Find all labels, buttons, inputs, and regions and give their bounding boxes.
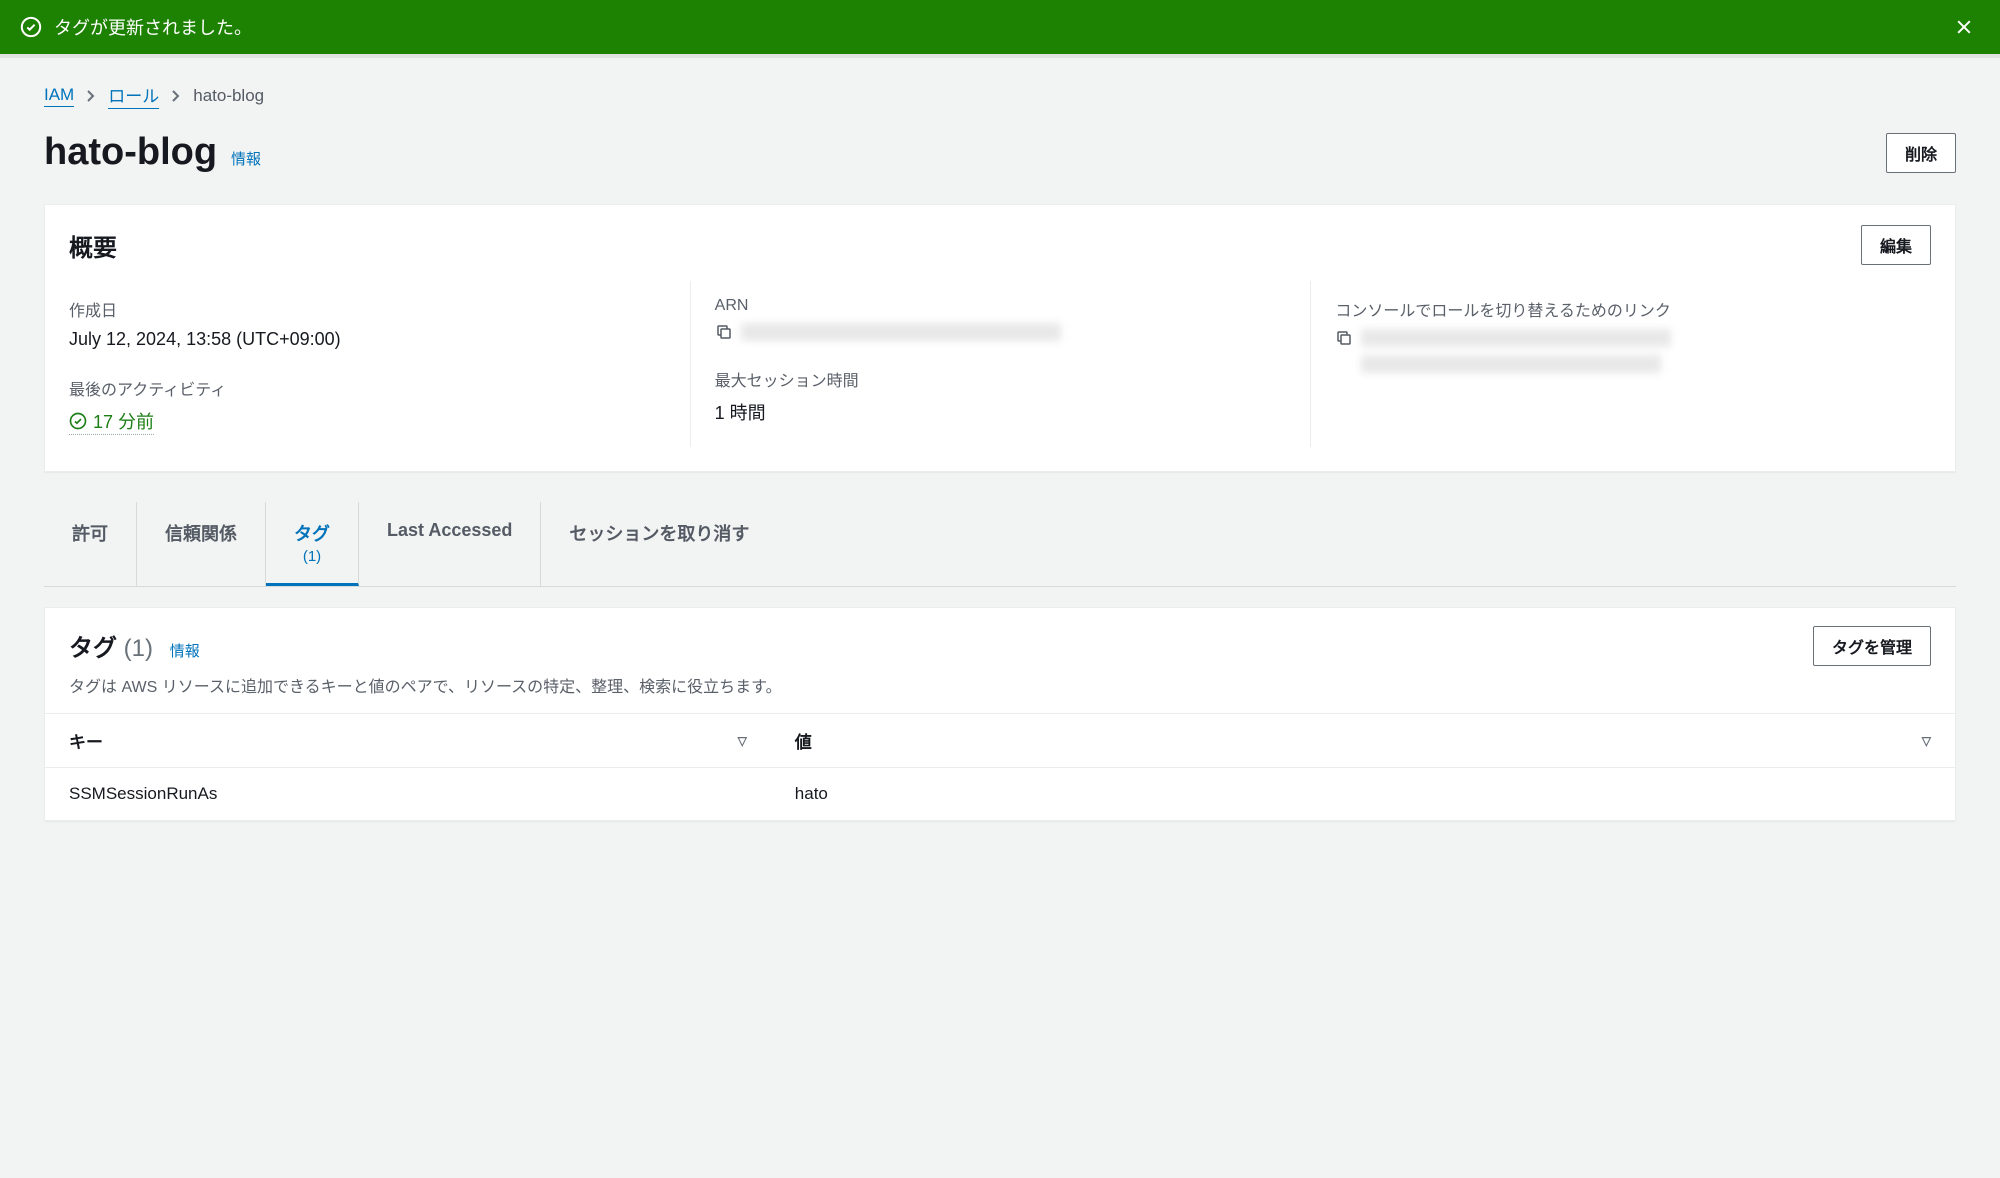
switch-role-redacted <box>1361 329 1671 373</box>
check-circle-icon <box>69 412 87 430</box>
breadcrumb-iam[interactable]: IAM <box>44 85 74 107</box>
tags-description: タグは AWS リソースに追加できるキーと値のペアで、リソースの特定、整理、検索… <box>69 673 1931 697</box>
col-key[interactable]: キー ▽ <box>45 714 771 768</box>
copy-icon[interactable] <box>715 323 733 341</box>
tag-value: hato <box>771 768 1955 821</box>
sort-icon[interactable]: ▽ <box>738 734 747 748</box>
close-icon[interactable] <box>1948 17 1980 37</box>
created-label: 作成日 <box>69 297 670 321</box>
tags-count: (1) <box>124 635 153 662</box>
breadcrumb: IAM ロール hato-blog <box>44 82 1956 109</box>
last-activity-value[interactable]: 17 分前 <box>69 408 154 435</box>
created-value: July 12, 2024, 13:58 (UTC+09:00) <box>69 329 670 350</box>
check-circle-icon <box>20 16 42 38</box>
tags-title: タグ <box>69 635 117 662</box>
breadcrumb-current: hato-blog <box>193 86 264 106</box>
chevron-right-icon <box>86 89 96 103</box>
col-value[interactable]: 値 ▽ <box>771 714 1955 768</box>
tab-last-accessed[interactable]: Last Accessed <box>359 502 541 586</box>
copy-icon[interactable] <box>1335 329 1353 347</box>
breadcrumb-roles[interactable]: ロール <box>108 82 159 109</box>
chevron-right-icon <box>171 89 181 103</box>
tab-trust[interactable]: 信頼関係 <box>137 502 266 586</box>
tags-panel: タグ (1) 情報 タグを管理 タグは AWS リソースに追加できるキーと値のペ… <box>44 607 1956 821</box>
last-activity-label: 最後のアクティビティ <box>69 376 670 400</box>
edit-button[interactable]: 編集 <box>1861 225 1931 265</box>
info-link[interactable]: 情報 <box>170 643 200 660</box>
info-link[interactable]: 情報 <box>231 151 261 168</box>
max-session-value: 1 時間 <box>715 399 1291 425</box>
arn-redacted <box>741 323 1061 341</box>
tab-permissions[interactable]: 許可 <box>44 502 137 586</box>
overview-panel: 概要 編集 作成日 July 12, 2024, 13:58 (UTC+09:0… <box>44 204 1956 472</box>
flash-success: タグが更新されました。 <box>0 0 2000 54</box>
tab-tags[interactable]: タグ (1) <box>266 502 359 586</box>
overview-title: 概要 <box>69 228 117 263</box>
flash-message: タグが更新されました。 <box>54 14 1948 40</box>
delete-button[interactable]: 削除 <box>1886 133 1956 173</box>
manage-tags-button[interactable]: タグを管理 <box>1813 626 1931 666</box>
page-title: hato-blog <box>44 131 217 173</box>
switch-role-label: コンソールでロールを切り替えるためのリンク <box>1335 297 1911 321</box>
table-row: SSMSessionRunAs hato <box>45 768 1955 821</box>
max-session-label: 最大セッション時間 <box>715 367 1291 391</box>
tags-table: キー ▽ 値 ▽ SSMSessionRunAs hato <box>45 713 1955 820</box>
tab-revoke[interactable]: セッションを取り消す <box>541 502 777 586</box>
tag-key: SSMSessionRunAs <box>45 768 771 821</box>
arn-label: ARN <box>715 297 1291 315</box>
tabs: 許可 信頼関係 タグ (1) Last Accessed セッションを取り消す <box>44 502 1956 587</box>
sort-icon[interactable]: ▽ <box>1922 734 1931 748</box>
